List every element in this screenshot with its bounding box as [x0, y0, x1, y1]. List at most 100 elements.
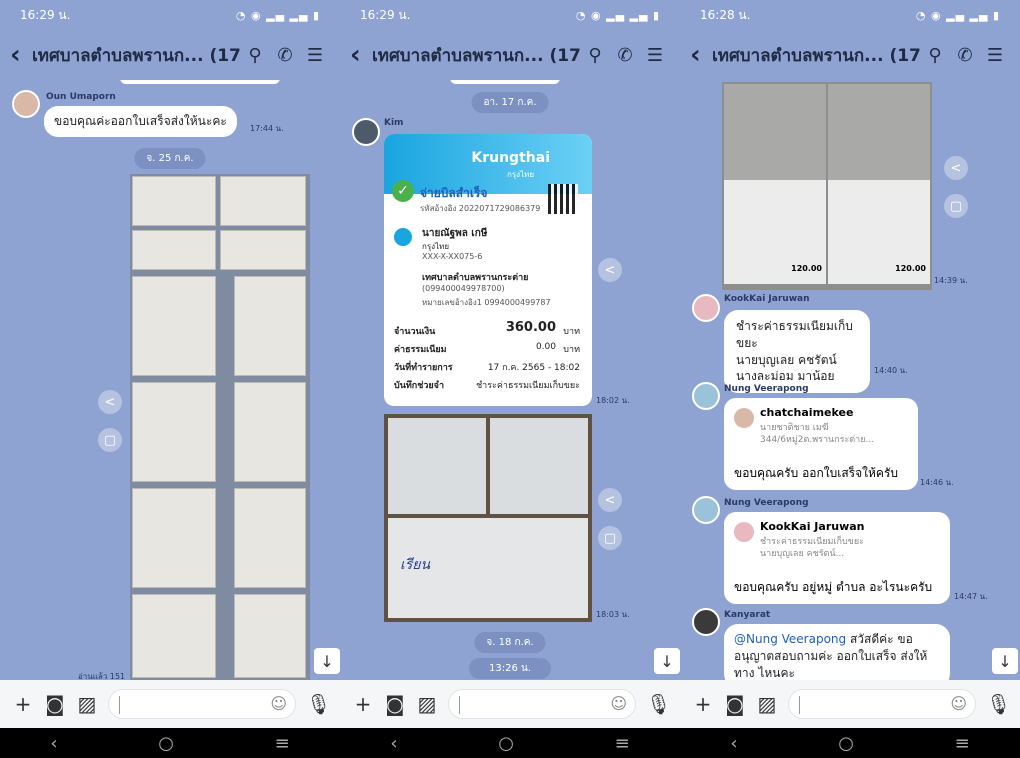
share-icon[interactable]: <	[598, 488, 622, 512]
search-icon[interactable]: ⚲	[240, 45, 270, 66]
nav-recent-icon[interactable]: ≡	[615, 733, 630, 754]
share-icon[interactable]: <	[944, 156, 968, 180]
receipt-photo[interactable]: 120.00 120.00	[722, 82, 932, 290]
nav-back-icon[interactable]: ‹	[390, 733, 397, 754]
menu-icon[interactable]: ☰	[640, 45, 670, 66]
chat-panel-1: 16:29 น. ◔ ◉ ▂▄ ▂▄ ▮ ‹ เทศบาลตำบลพรานก..…	[0, 0, 340, 758]
msg-line: ทาง ไหนคะ	[734, 665, 795, 680]
input-bar: + ◙ ▨ ☺ 🎙	[340, 680, 680, 728]
emoji-icon[interactable]: ☺	[610, 694, 627, 713]
camera-icon[interactable]: ◙	[724, 692, 746, 716]
search-icon[interactable]: ⚲	[580, 45, 610, 66]
message-input[interactable]: ☺	[108, 689, 296, 719]
keep-icon[interactable]: ▢	[98, 428, 122, 452]
chat-title: เทศบาลตำบลพรานก... (174)	[712, 45, 920, 66]
phone-icon[interactable]: ✆	[950, 45, 980, 66]
scroll-down-icon[interactable]: ↓	[314, 648, 340, 674]
nav-home-icon[interactable]: ○	[838, 733, 854, 754]
nav-bar: ‹ ○ ≡	[680, 728, 1020, 758]
input-bar: + ◙ ▨ ☺ 🎙	[680, 680, 1020, 728]
plus-icon[interactable]: +	[692, 692, 714, 716]
message-list[interactable]: Oun Umaporn ขอบคุณค่ะออกใบเสร็จส่งให้นะค…	[0, 80, 340, 680]
phone-icon[interactable]: ✆	[610, 45, 640, 66]
call-time: 13:26 น.	[468, 658, 552, 679]
receipt-photo[interactable]: เรียน	[384, 414, 592, 622]
message-input[interactable]: ☺	[788, 689, 976, 719]
keep-icon[interactable]: ▢	[944, 194, 968, 218]
bank-logo-icon	[394, 228, 412, 246]
qr-code-icon	[548, 184, 578, 214]
phone-icon[interactable]: ✆	[270, 45, 300, 66]
receipt-amount: 120.00	[895, 264, 926, 273]
camera-icon[interactable]: ◙	[384, 692, 406, 716]
chat-header: ‹ เทศบาลตำบลพรานก... (174) ⚲ ✆ ☰	[0, 30, 340, 80]
reply-text: ขอบคุณครับ อยู่หมู่ ตำบล อะไรนะครับ	[734, 580, 933, 594]
msg-line: นางละม่อม มาน้อย	[736, 369, 835, 384]
clock: 16:29 น.	[20, 7, 71, 22]
emoji-icon[interactable]: ☺	[950, 694, 967, 713]
emoji-icon[interactable]: ☺	[270, 694, 287, 713]
nav-back-icon[interactable]: ‹	[730, 733, 737, 754]
partial-bubble	[120, 80, 280, 84]
message-bubble[interactable]: ขอบคุณค่ะออกใบเสร็จส่งให้นะคะ	[44, 106, 237, 137]
avatar[interactable]	[692, 496, 720, 524]
system-icons: ◔ ◉ ▂▄ ▂▄ ▮	[575, 8, 660, 22]
message-time: 14:47 น.	[954, 592, 988, 601]
message-bubble[interactable]: @Nung Veerapong สวัสดีค่ะ ขอ อนุญาตสอบถา…	[724, 624, 950, 680]
nav-recent-icon[interactable]: ≡	[955, 733, 970, 754]
nav-home-icon[interactable]: ○	[158, 733, 174, 754]
plus-icon[interactable]: +	[352, 692, 374, 716]
back-icon[interactable]: ‹	[350, 40, 372, 70]
avatar[interactable]	[352, 118, 380, 146]
message-list[interactable]: 120.00 120.00 14:39 น. < ▢ KookKai Jaruw…	[680, 80, 1020, 680]
menu-icon[interactable]: ☰	[980, 45, 1010, 66]
back-icon[interactable]: ‹	[10, 40, 32, 70]
back-icon[interactable]: ‹	[690, 40, 712, 70]
payment-slip-image[interactable]: Krungthai กรุงไทย ✓ จ่ายบิลสำเร็จ รหัสอ้…	[384, 134, 592, 406]
bank-name: Krungthai	[471, 150, 550, 166]
nav-recent-icon[interactable]: ≡	[275, 733, 290, 754]
image-icon[interactable]: ▨	[76, 692, 98, 716]
reply-bubble[interactable]: chatchaimekee นายชาติชาย เมฆี 344/6หมู่2…	[724, 398, 918, 490]
mic-icon[interactable]: 🎙	[306, 692, 331, 716]
payee-name: เทศบาลตำบลพรานกระต่าย	[422, 273, 529, 283]
avatar[interactable]	[692, 294, 720, 322]
avatar[interactable]	[692, 382, 720, 410]
clock: 16:28 น.	[700, 7, 751, 22]
keep-icon[interactable]: ▢	[598, 526, 622, 550]
reply-bubble[interactable]: KookKai Jaruwan ชำระค่าธรรมเนียมเก็บขยะ …	[724, 512, 950, 604]
share-icon[interactable]: <	[598, 258, 622, 282]
plus-icon[interactable]: +	[12, 692, 34, 716]
image-icon[interactable]: ▨	[756, 692, 778, 716]
nav-home-icon[interactable]: ○	[498, 733, 514, 754]
quoted-avatar	[734, 522, 754, 542]
date-value: 17 ก.ค. 2565 - 18:02	[487, 363, 580, 373]
mic-icon[interactable]: 🎙	[646, 692, 671, 716]
message-time: 14:46 น.	[920, 478, 954, 487]
message-time: 18:03 น.	[596, 610, 630, 619]
msg-line: อนุญาตสอบถามค่ะ ออกใบเสร็จ ส่งให้	[734, 648, 928, 663]
scroll-down-icon[interactable]: ↓	[654, 648, 680, 674]
mention-link[interactable]: @Nung Veerapong	[734, 632, 846, 646]
message-list[interactable]: อา. 17 ก.ค. Kim Krungthai กรุงไทย ✓ จ่าย…	[340, 80, 680, 680]
camera-icon[interactable]: ◙	[44, 692, 66, 716]
msg-line: ชำระค่าธรรมเนียมเก็บขยะ	[736, 319, 853, 350]
sender-name: Nung Veerapong	[724, 384, 809, 394]
share-icon[interactable]: <	[98, 390, 122, 414]
mic-icon[interactable]: 🎙	[986, 692, 1011, 716]
message-input[interactable]: ☺	[448, 689, 636, 719]
amount-label: จำนวนเงิน	[394, 327, 436, 337]
nav-back-icon[interactable]: ‹	[50, 733, 57, 754]
avatar[interactable]	[692, 608, 720, 636]
avatar[interactable]	[12, 90, 40, 118]
photo-grid-image[interactable]	[130, 174, 310, 680]
cursor	[119, 696, 120, 714]
message-bubble[interactable]: ชำระค่าธรรมเนียมเก็บขยะ นายบุญเลย คชรัตน…	[724, 310, 870, 394]
scroll-down-icon[interactable]: ↓	[992, 648, 1018, 674]
menu-icon[interactable]: ☰	[300, 45, 330, 66]
check-icon: ✓	[392, 180, 414, 202]
date-separator: อา. 17 ก.ค.	[471, 92, 549, 113]
search-icon[interactable]: ⚲	[920, 45, 950, 66]
image-icon[interactable]: ▨	[416, 692, 438, 716]
chat-title: เทศบาลตำบลพรานก... (174)	[372, 45, 580, 66]
